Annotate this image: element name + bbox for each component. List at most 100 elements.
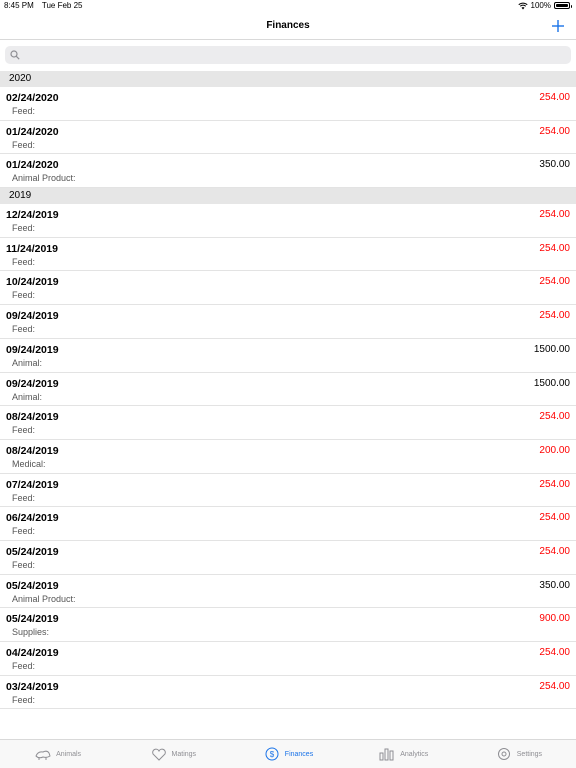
tab-analytics[interactable]: Analytics <box>346 740 461 768</box>
transaction-amount: 254.00 <box>539 647 570 658</box>
transaction-amount: 254.00 <box>539 411 570 423</box>
transaction-date: 01/24/2020 <box>6 125 59 138</box>
add-button[interactable] <box>550 18 566 34</box>
status-right: 100% <box>517 1 572 10</box>
list-item[interactable]: 04/24/2019 Feed: 254.00 <box>0 642 576 676</box>
list-item[interactable]: 08/24/2019 Feed: 254.00 <box>0 406 576 440</box>
transaction-date: 05/24/2019 <box>6 545 59 558</box>
transaction-category: Medical: <box>12 458 46 469</box>
search-icon <box>10 50 20 60</box>
status-time: 8:45 PM <box>4 1 34 10</box>
transaction-category: Feed: <box>12 223 36 234</box>
status-date: Tue Feb 25 <box>41 1 83 10</box>
section-header: 2019 <box>0 188 576 205</box>
transaction-category: Animal Product: <box>12 173 76 184</box>
list-item[interactable]: 09/24/2019 Animal: 1500.00 <box>0 339 576 373</box>
transaction-category: Feed: <box>12 106 36 116</box>
transaction-date: 12/24/2019 <box>6 209 59 222</box>
transaction-date: 06/24/2019 <box>6 512 59 525</box>
list-item[interactable]: 02/24/2020 Feed: 254.00 <box>0 87 576 121</box>
tab-label: Settings <box>516 750 543 758</box>
list-item[interactable]: 07/24/2019 Feed: 254.00 <box>0 474 576 508</box>
section-header: 2020 <box>0 71 576 87</box>
tab-label: Matings <box>171 750 197 758</box>
transaction-amount: 200.00 <box>539 444 570 456</box>
transaction-amount: 254.00 <box>539 680 570 692</box>
navigation-bar: Finances <box>0 12 576 40</box>
list-item[interactable]: 08/24/2019 Medical: 200.00 <box>0 440 576 474</box>
tab-matings[interactable]: Matings <box>115 740 230 768</box>
wifi-icon <box>517 2 528 9</box>
finance-list: 2020 02/24/2020 Feed: 254.00 01/24/2020 Feed:… <box>0 71 576 710</box>
list-item[interactable]: 05/24/2019 Feed: 254.00 <box>0 541 576 575</box>
transaction-category: Feed: <box>12 492 36 503</box>
transaction-amount: 350.00 <box>539 159 570 171</box>
transaction-category: Feed: <box>12 256 36 267</box>
list-item[interactable]: 03/24/2019 Feed: 254.00 <box>0 676 576 710</box>
tab-bar: Animals Matings $ Finances Analytics Settings <box>0 739 576 768</box>
list-item[interactable]: 01/24/2020 Feed: 254.00 <box>0 121 576 155</box>
list-item[interactable]: 12/24/2019 Feed: 254.00 <box>0 204 576 238</box>
tab-settings[interactable]: Settings <box>461 740 576 768</box>
transaction-date: 08/24/2019 <box>6 444 59 457</box>
gear-icon <box>497 748 510 760</box>
transaction-date: 02/24/2020 <box>6 92 59 104</box>
heart-icon <box>151 748 166 761</box>
search-bar <box>5 46 571 64</box>
transaction-amount: 254.00 <box>539 276 570 288</box>
list-item[interactable]: 01/24/2020 Animal Product: 350.00 <box>0 154 576 189</box>
transaction-amount: 254.00 <box>539 209 570 221</box>
transaction-amount: 254.00 <box>539 512 570 524</box>
tab-label: Finances <box>284 750 314 758</box>
list-item[interactable]: 11/24/2019 Feed: 254.00 <box>0 238 576 272</box>
transaction-amount: 254.00 <box>539 242 570 254</box>
transaction-date: 11/24/2019 <box>6 242 58 255</box>
transaction-amount: 254.00 <box>539 310 570 322</box>
transaction-category: Feed: <box>12 559 36 570</box>
transaction-category: Feed: <box>12 694 36 705</box>
bar-chart-icon <box>379 748 394 761</box>
page-title: Finances <box>266 20 310 31</box>
transaction-date: 09/24/2019 <box>6 377 59 390</box>
transaction-category: Feed: <box>12 526 36 537</box>
status-left: 8:45 PM Tue Feb 25 <box>4 1 89 10</box>
transaction-category: Feed: <box>12 139 36 150</box>
transaction-date: 09/24/2019 <box>6 310 59 323</box>
list-item[interactable]: 09/24/2019 Animal: 1500.00 <box>0 373 576 407</box>
transaction-amount: 1500.00 <box>533 377 570 389</box>
transaction-date: 03/24/2019 <box>6 680 59 693</box>
list-item[interactable]: 06/24/2019 Feed: 254.00 <box>0 507 576 541</box>
dollar-icon: $ <box>265 747 279 761</box>
list-item[interactable]: 09/24/2019 Feed: 254.00 <box>0 305 576 339</box>
tab-animals[interactable]: Animals <box>0 740 115 768</box>
transaction-category: Feed: <box>12 425 36 436</box>
transaction-date: 09/24/2019 <box>6 343 59 356</box>
battery-percent: 100% <box>530 1 551 10</box>
animals-icon <box>35 750 51 760</box>
list-item[interactable]: 05/24/2019 Supplies: 900.00 <box>0 608 576 642</box>
transaction-date: 07/24/2019 <box>6 478 59 491</box>
list-item[interactable]: 10/24/2019 Feed: 254.00 <box>0 271 576 306</box>
transaction-amount: 254.00 <box>539 545 570 557</box>
transaction-amount: 350.00 <box>539 579 570 591</box>
tab-finances[interactable]: $ Finances <box>230 740 345 768</box>
transaction-amount: 1500.00 <box>533 343 570 355</box>
transaction-amount: 254.00 <box>539 125 570 137</box>
search-input[interactable] <box>23 46 563 64</box>
transaction-date: 01/24/2020 <box>6 159 59 172</box>
transaction-category: Feed: <box>12 324 36 335</box>
transaction-category: Feed: <box>12 290 36 301</box>
tab-label: Analytics <box>400 750 429 758</box>
transaction-amount: 254.00 <box>539 92 570 103</box>
transaction-category: Animal: <box>12 391 43 402</box>
list-item[interactable]: 05/24/2019 Animal Product: 350.00 <box>0 575 576 609</box>
transaction-category: Supplies: <box>12 627 50 638</box>
status-bar: 8:45 PM Tue Feb 25 100% <box>0 0 576 12</box>
battery-icon <box>554 2 572 9</box>
transaction-date: 08/24/2019 <box>6 411 59 424</box>
transaction-category: Animal Product: <box>12 593 76 604</box>
transaction-date: 04/24/2019 <box>6 647 59 659</box>
transaction-category: Animal: <box>12 357 43 368</box>
transaction-amount: 254.00 <box>539 478 570 490</box>
transaction-category: Feed: <box>12 661 36 671</box>
